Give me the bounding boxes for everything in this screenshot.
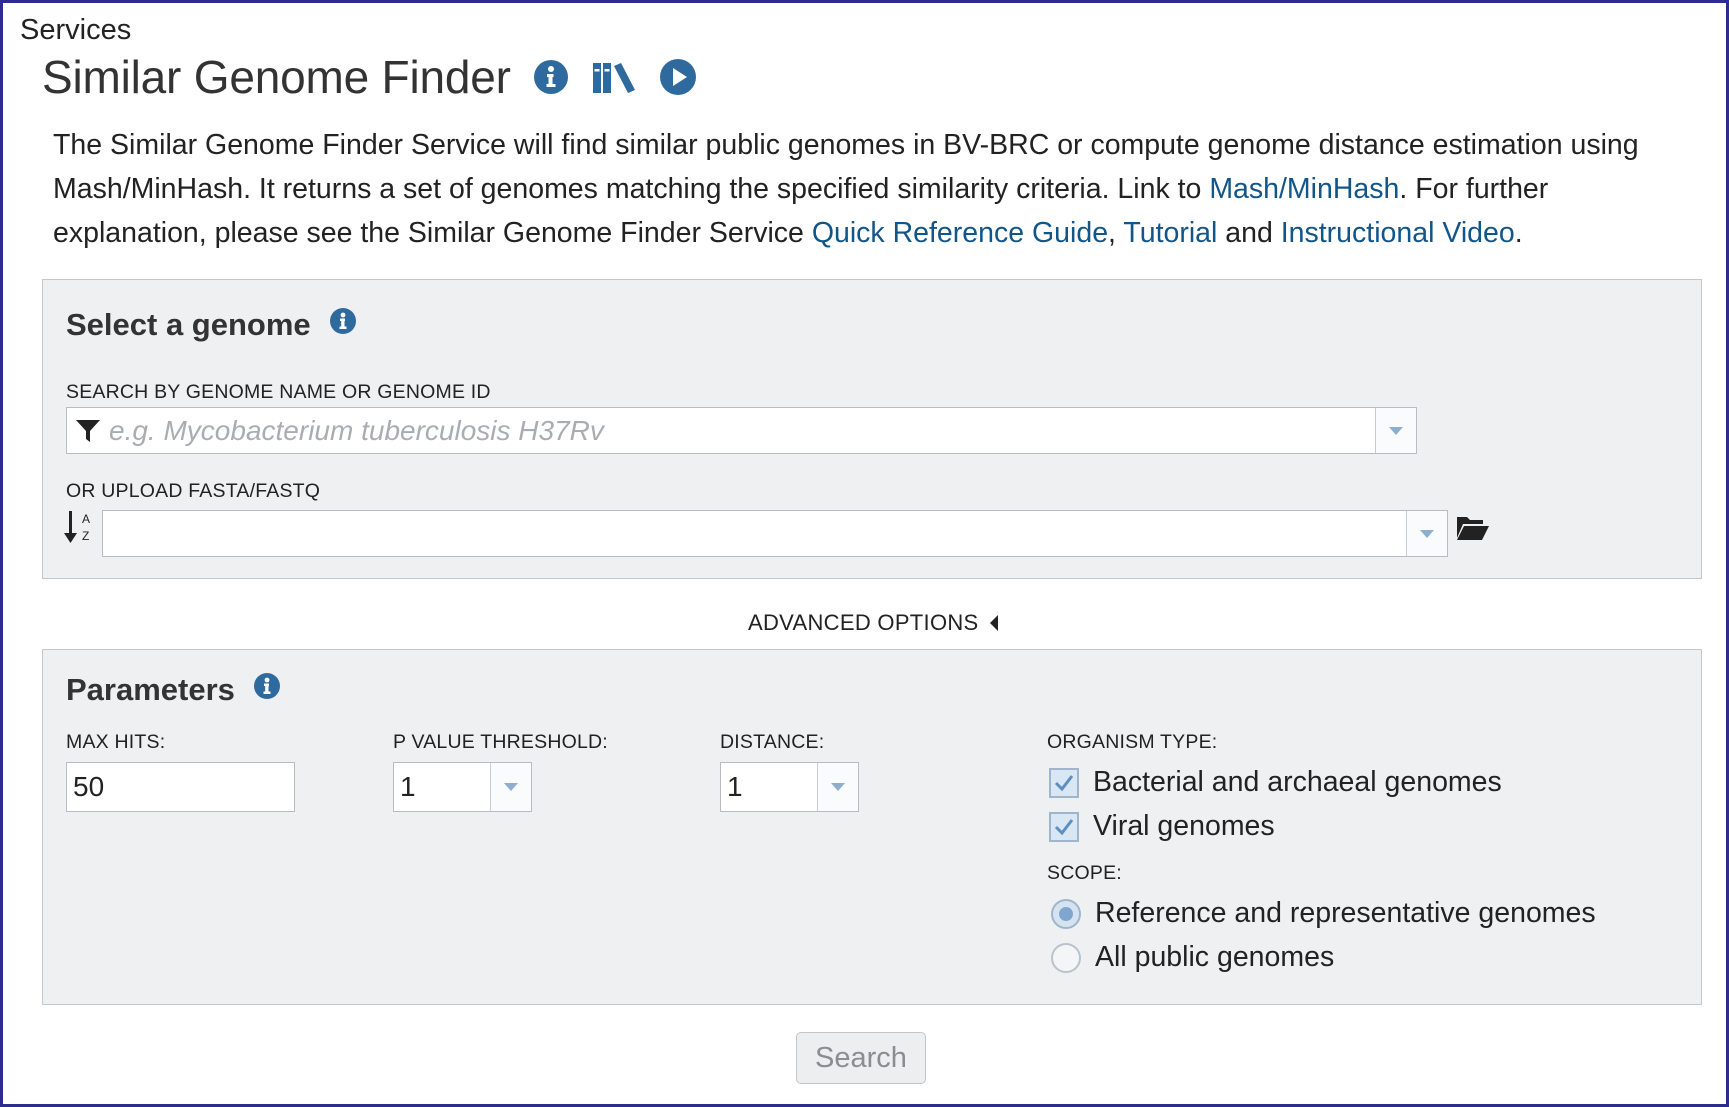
breadcrumb[interactable]: Services — [20, 14, 131, 47]
info-icon[interactable] — [533, 59, 569, 95]
checkbox-viral[interactable]: Viral genomes — [1049, 810, 1275, 843]
books-icon[interactable] — [591, 59, 637, 95]
radio-all-public[interactable]: All public genomes — [1051, 941, 1334, 974]
service-description: The Similar Genome Finder Service will f… — [53, 123, 1693, 255]
radio-label: Reference and representative genomes — [1095, 897, 1596, 929]
parameters-heading: Parameters — [66, 672, 281, 708]
radio-selected-icon[interactable] — [1051, 898, 1081, 929]
upload-fasta-combo — [102, 510, 1448, 557]
svg-text:Z: Z — [82, 529, 89, 543]
search-button[interactable]: Search — [796, 1032, 926, 1084]
caret-left-icon — [989, 615, 998, 631]
link-quick-reference-guide[interactable]: Quick Reference Guide — [812, 217, 1108, 249]
select-genome-title: Select a genome — [66, 307, 311, 342]
distance-dropdown-button[interactable] — [817, 763, 858, 811]
play-icon[interactable] — [659, 58, 697, 96]
organism-type-label: ORGANISM TYPE: — [1047, 731, 1218, 753]
advanced-options-label: ADVANCED OPTIONS — [748, 610, 979, 635]
p-value-value[interactable] — [394, 763, 490, 811]
checkbox-icon[interactable] — [1049, 811, 1079, 842]
radio-reference-representative[interactable]: Reference and representative genomes — [1051, 897, 1596, 930]
max-hits-value[interactable] — [67, 763, 436, 811]
info-icon[interactable] — [329, 307, 357, 343]
svg-text:A: A — [82, 512, 90, 526]
parameters-title: Parameters — [66, 672, 235, 707]
link-mash-minhash[interactable]: Mash/MinHash — [1209, 173, 1399, 205]
chevron-down-icon — [1420, 529, 1434, 538]
checkbox-bacterial-archaeal[interactable]: Bacterial and archaeal genomes — [1049, 766, 1502, 799]
filter-icon — [67, 408, 109, 453]
genome-search-combo — [66, 407, 1417, 454]
checkmark-icon — [1054, 774, 1074, 791]
link-tutorial[interactable]: Tutorial — [1123, 217, 1217, 249]
select-genome-heading: Select a genome — [66, 307, 357, 343]
p-value-select[interactable] — [393, 762, 532, 812]
genome-search-input[interactable] — [109, 408, 1375, 453]
distance-label: DISTANCE: — [720, 731, 825, 753]
checkmark-icon — [1054, 818, 1074, 835]
p-value-label: P VALUE THRESHOLD: — [393, 731, 608, 753]
info-icon[interactable] — [253, 672, 281, 708]
desc-end: . — [1514, 217, 1523, 249]
checkbox-label: Viral genomes — [1093, 810, 1275, 842]
search-genome-label: SEARCH BY GENOME NAME OR GENOME ID — [66, 381, 491, 403]
desc-sep-1: , — [1108, 217, 1124, 249]
desc-sep-2: and — [1217, 217, 1281, 249]
chevron-down-icon — [504, 783, 518, 791]
page-title: Similar Genome Finder — [42, 51, 511, 103]
p-value-dropdown-button[interactable] — [490, 763, 531, 811]
advanced-options-toggle[interactable]: ADVANCED OPTIONS — [748, 610, 1001, 636]
folder-open-icon[interactable] — [1456, 514, 1490, 547]
distance-value[interactable] — [721, 763, 817, 811]
distance-select[interactable] — [720, 762, 859, 812]
radio-unselected-icon[interactable] — [1051, 942, 1081, 973]
upload-fasta-dropdown-button[interactable] — [1406, 511, 1447, 556]
checkbox-icon[interactable] — [1049, 767, 1079, 798]
link-instructional-video[interactable]: Instructional Video — [1281, 217, 1515, 249]
max-hits-select[interactable] — [66, 762, 453, 812]
select-genome-panel: Select a genome SEARCH BY GENOME NAME OR… — [42, 279, 1702, 579]
checkbox-label: Bacterial and archaeal genomes — [1093, 766, 1502, 798]
genome-search-dropdown-button[interactable] — [1375, 408, 1416, 453]
chevron-down-icon — [1389, 426, 1403, 435]
upload-fasta-label: OR UPLOAD FASTA/FASTQ — [66, 480, 321, 502]
chevron-down-icon — [831, 783, 845, 791]
scope-label: SCOPE: — [1047, 862, 1122, 884]
max-hits-label: MAX HITS: — [66, 731, 166, 753]
upload-fasta-input[interactable] — [103, 511, 1406, 556]
parameters-panel: Parameters MAX HITS: P VALUE THRESHOLD: … — [42, 649, 1702, 1005]
title-row: Similar Genome Finder — [42, 50, 697, 104]
radio-label: All public genomes — [1095, 941, 1335, 973]
sort-az-icon[interactable]: A Z — [64, 509, 94, 550]
